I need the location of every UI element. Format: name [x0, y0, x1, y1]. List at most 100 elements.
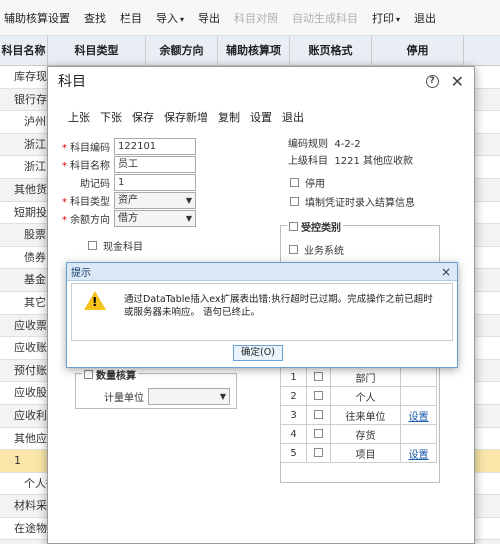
control-row-check-cell — [306, 367, 331, 387]
control-row-checkbox[interactable] — [314, 372, 323, 381]
business-system-check[interactable]: 业务系统 — [289, 242, 344, 257]
code-label: * 科目编码 — [62, 142, 110, 154]
account-name-cell: 应收账款 — [14, 341, 48, 355]
toolbar-item[interactable]: 查找 — [84, 10, 106, 26]
control-row-name: 存货 — [330, 424, 401, 444]
help-icon[interactable]: ? — [425, 74, 439, 88]
direction-select-value: 借方 — [118, 212, 138, 224]
account-name-cell: 应收股利 — [14, 386, 48, 400]
settlement-label: 填制凭证时录入结算信息 — [305, 198, 415, 209]
disable-check[interactable]: 停用 — [290, 175, 325, 190]
toolbar-item-label: 辅助核算设置 — [4, 11, 70, 25]
prev-button[interactable]: 上张 — [68, 109, 90, 125]
business-system-checkbox[interactable] — [289, 245, 298, 254]
chevron-down-icon: ▾ — [396, 14, 401, 24]
settlement-checkbox[interactable] — [290, 197, 299, 206]
parent-account-value: 1221 其他应收款 — [334, 156, 413, 167]
grid-header-cell[interactable]: 辅助核算项 — [218, 36, 290, 66]
control-category-checkbox[interactable] — [289, 222, 298, 231]
type-select-value: 资产 — [118, 194, 138, 206]
dialog-action-bar: 上张 下张 保存 保存新增 复制 设置 退出 — [68, 109, 314, 125]
control-row-checkbox[interactable] — [314, 429, 323, 438]
parent-account-label: 上级科目 — [288, 156, 328, 167]
grid-header-cell[interactable]: 科目名称 — [0, 36, 48, 66]
close-icon[interactable]: ✕ — [451, 72, 464, 91]
quantity-label: 数量核算 — [96, 371, 136, 382]
save-button[interactable]: 保存 — [132, 109, 154, 125]
copy-button[interactable]: 复制 — [218, 109, 240, 125]
chevron-down-icon: ▾ — [180, 14, 185, 24]
control-category-label: 受控类别 — [301, 223, 341, 234]
ok-button[interactable]: 确定(O) — [233, 345, 283, 361]
control-row-setting-cell — [400, 367, 437, 387]
toolbar-item[interactable]: 自动生成科目 — [292, 10, 358, 26]
alert-dialog: 提示 × ! 通过DataTable插入ex扩展表出错:执行超时已过期。完成操作… — [66, 262, 458, 368]
alert-body: ! 通过DataTable插入ex扩展表出错:执行超时已过期。完成操作之前已超时… — [71, 283, 453, 341]
mnemonic-input[interactable]: 1 — [114, 173, 196, 191]
quantity-checkbox[interactable] — [84, 370, 93, 379]
unit-select[interactable]: ▼ — [148, 387, 230, 405]
parent-account: 上级科目 1221 其他应收款 — [288, 152, 413, 167]
type-label: * 科目类型 — [62, 196, 110, 208]
control-row: 1 部门 — [280, 367, 437, 387]
exit-button[interactable]: 退出 — [282, 109, 304, 125]
control-row-check-cell — [306, 405, 331, 425]
control-row-checkbox[interactable] — [314, 448, 323, 457]
account-name-cell: 债券 — [24, 250, 46, 264]
control-row-setting-link[interactable]: 设置 — [409, 412, 429, 423]
account-name-cell: 短期投资 — [14, 205, 48, 219]
cash-account-checkbox[interactable] — [88, 241, 97, 250]
account-name-cell: 泸州商业银行 — [24, 115, 48, 129]
grid-header-cell[interactable]: 科目类型 — [48, 36, 146, 66]
dialog-titlebar[interactable]: 科目 ? ✕ — [48, 67, 474, 95]
account-name-cell: 1 — [14, 454, 21, 468]
control-category-title[interactable]: 受控类别 — [287, 219, 343, 234]
control-row-number: 4 — [280, 424, 307, 444]
settlement-check[interactable]: 填制凭证时录入结算信息 — [290, 194, 415, 209]
toolbar-item[interactable]: 科目对照 — [234, 10, 278, 26]
code-rule-value: 4-2-2 — [334, 139, 361, 150]
toolbar-item[interactable]: 退出 — [414, 10, 436, 26]
control-row-number: 2 — [280, 386, 307, 406]
toolbar-item[interactable]: 导入 ▾ — [156, 10, 184, 26]
alert-close-icon[interactable]: × — [441, 265, 451, 279]
alert-message: 通过DataTable插入ex扩展表出错:执行超时已过期。完成操作之前已超时或服… — [124, 294, 433, 318]
unit-row: 计量单位 ▼ — [88, 387, 230, 405]
type-select[interactable]: 资产 ▼ — [114, 191, 196, 209]
unit-label: 计量单位 — [104, 392, 144, 404]
account-name-cell: 个人往来 — [24, 476, 48, 490]
next-button[interactable]: 下张 — [100, 109, 122, 125]
cash-account-check[interactable]: 现金科目 — [88, 238, 143, 253]
grid-header-cell[interactable]: 账页格式 — [290, 36, 372, 66]
control-table: 1 部门 2 个人 3 往来单位 设置 4 存货 5 项目 设置 — [280, 367, 437, 463]
control-row-setting-link[interactable]: 设置 — [409, 450, 429, 461]
grid-header-cell[interactable]: 停用 — [372, 36, 464, 66]
name-row: * 科目名称 员工 — [54, 155, 196, 173]
grid-header-cell[interactable]: 余额方向 — [146, 36, 218, 66]
disable-label: 停用 — [305, 179, 325, 190]
toolbar-item[interactable]: 打印 ▾ — [372, 10, 400, 26]
account-name-cell: 股票 — [24, 228, 46, 242]
control-row-checkbox[interactable] — [314, 410, 323, 419]
code-input[interactable]: 122101 — [114, 137, 196, 155]
disable-checkbox[interactable] — [290, 178, 299, 187]
alert-titlebar[interactable]: 提示 × — [67, 263, 457, 281]
code-row: * 科目编码 122101 — [54, 137, 196, 155]
account-name-cell: 原材料 — [0, 540, 48, 544]
code-rule-label: 编码规则 — [288, 139, 328, 150]
chevron-down-icon: ▼ — [185, 213, 192, 223]
settings-button[interactable]: 设置 — [250, 109, 272, 125]
quantity-title[interactable]: 数量核算 — [82, 367, 138, 382]
toolbar-item[interactable]: 栏目 — [120, 10, 142, 26]
toolbar-item-label: 查找 — [84, 11, 106, 25]
control-row-number: 5 — [280, 443, 307, 463]
toolbar-item[interactable]: 辅助核算设置 — [4, 10, 70, 26]
save-new-button[interactable]: 保存新增 — [164, 109, 208, 125]
direction-select[interactable]: 借方 ▼ — [114, 209, 196, 227]
control-row-name: 项目 — [330, 443, 401, 463]
control-row-checkbox[interactable] — [314, 391, 323, 400]
toolbar-item[interactable]: 导出 — [198, 10, 220, 26]
name-input[interactable]: 员工 — [114, 155, 196, 173]
control-row-check-cell — [306, 443, 331, 463]
chevron-down-icon: ▼ — [185, 195, 192, 205]
